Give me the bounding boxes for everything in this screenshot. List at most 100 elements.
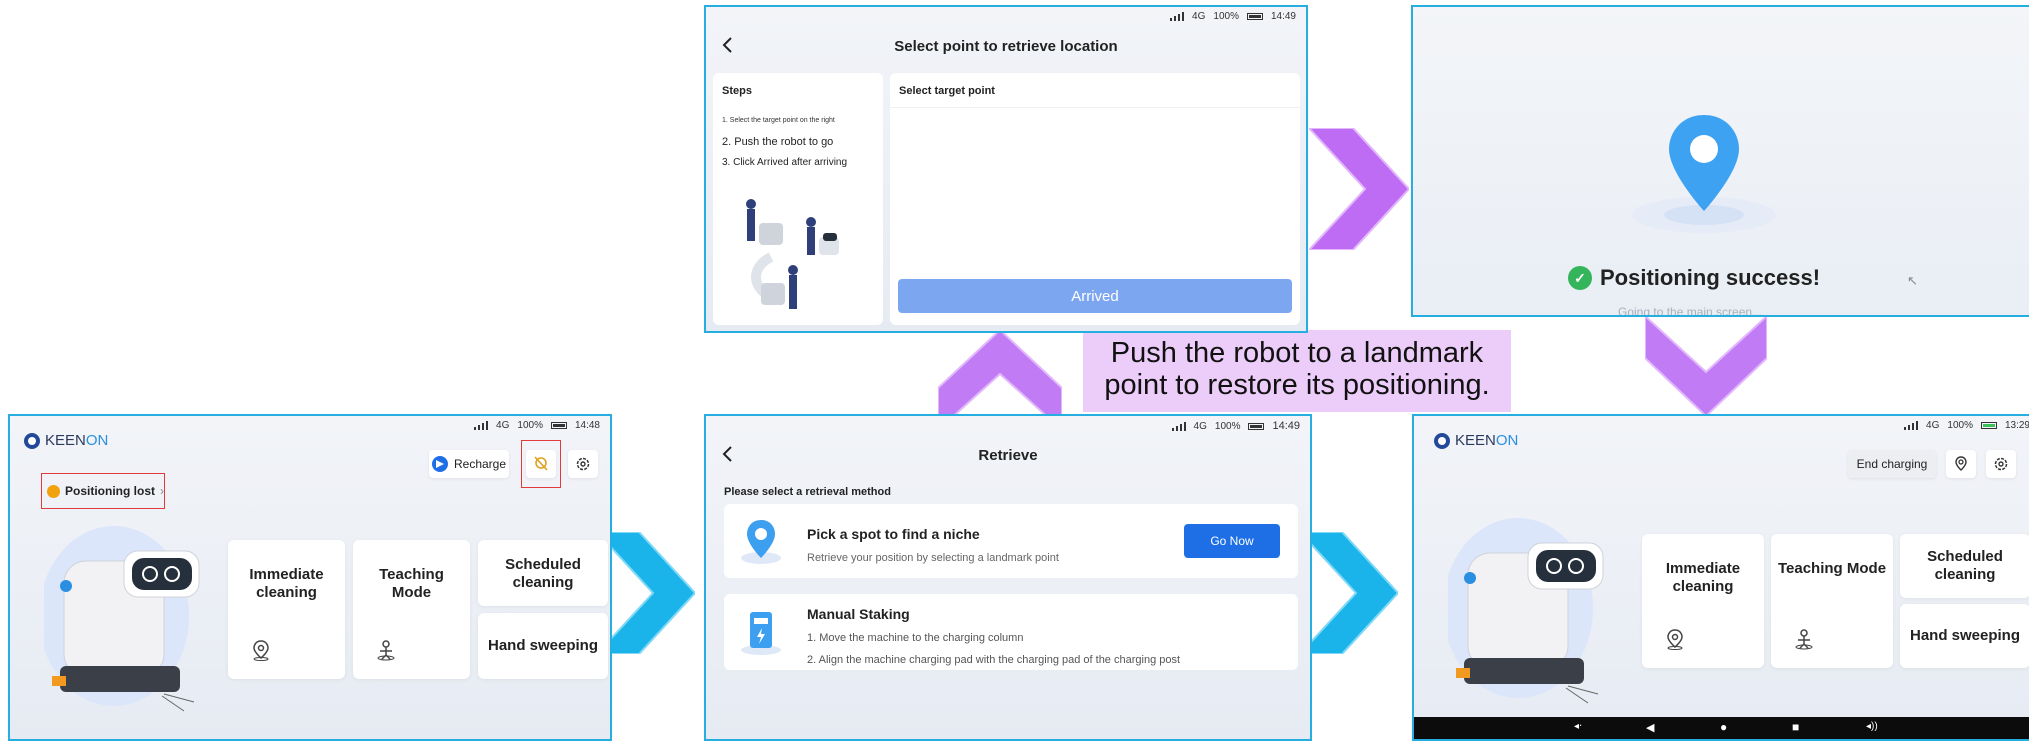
scheduled-cleaning-label: Scheduled cleaning (1927, 548, 2003, 583)
retrieve-screen: 4G 100% 14:49 Retrieve Please select a r… (704, 414, 1312, 741)
caption-line-1: Push the robot to a landmark (1110, 337, 1484, 369)
signal-icon (1170, 12, 1185, 21)
positioning-lost-label: Positioning lost (65, 484, 155, 498)
gear-icon (576, 457, 590, 471)
immediate-cleaning-label: Immediate cleaning (249, 566, 324, 601)
retrieval-prompt: Please select a retrieval method (724, 486, 891, 498)
teaching-mode-tile[interactable]: Teaching Mode (1771, 534, 1893, 668)
recharge-icon (431, 456, 448, 472)
hand-sweeping-label: Hand sweeping (487, 637, 599, 654)
teaching-icon (377, 640, 395, 661)
immediate-cleaning-label: Immediate cleaning (1665, 560, 1741, 595)
arrow-right-2 (1300, 532, 1398, 654)
end-charging-button[interactable]: End charging (1848, 450, 1936, 478)
home-nav-icon[interactable]: ● (1720, 720, 1727, 734)
battery-icon (550, 422, 567, 429)
location-pin-icon (253, 640, 269, 661)
teaching-icon (1795, 629, 1813, 650)
status-bar: 4G 100% 13:29 (1904, 420, 2029, 431)
positioning-lost-chip[interactable]: Positioning lost › (47, 480, 164, 502)
volume-down-icon[interactable]: ◂‧ (1574, 721, 1582, 732)
robot-image (44, 526, 200, 712)
recents-nav-icon[interactable]: ■ (1792, 720, 1799, 734)
positioning-success-screen: ✓ Positioning success! Going to the main… (1411, 5, 2029, 317)
option-landmark-card[interactable]: Pick a spot to find a niche Retrieve you… (724, 504, 1298, 578)
immediate-cleaning-tile[interactable]: Immediate cleaning (228, 540, 345, 679)
cursor-icon: ↖ (1907, 273, 1918, 288)
arrow-down (1645, 316, 1767, 416)
location-pin-icon (1667, 629, 1683, 650)
location-button[interactable] (1946, 450, 1976, 478)
hand-sweeping-tile[interactable]: Hand sweeping (478, 613, 608, 679)
back-nav-icon[interactable]: ◀ (1646, 721, 1654, 734)
battery-icon (1246, 13, 1263, 20)
warning-icon (47, 484, 60, 498)
redirect-note: Going to the main screen... (1618, 305, 1763, 317)
logo-mark-icon (24, 432, 40, 449)
option-manual-title: Manual Staking (807, 606, 910, 622)
scheduled-cleaning-tile[interactable]: Scheduled cleaning (478, 540, 608, 606)
charging-post-icon (741, 612, 781, 655)
arrow-right-purple (1309, 128, 1409, 250)
clock: 14:49 (1270, 11, 1296, 22)
signal-icon (1904, 421, 1919, 430)
signal-icon (1171, 421, 1186, 431)
arrived-button[interactable]: Arrived (898, 279, 1292, 313)
battery-icon (1248, 422, 1265, 430)
immediate-cleaning-tile[interactable]: Immediate cleaning (1642, 534, 1764, 668)
keenon-logo: KEENON (24, 432, 108, 449)
settings-button[interactable] (1986, 450, 2016, 478)
select-point-screen: 4G 100% 14:49 Select point to retrieve l… (704, 5, 1308, 333)
option-manual-card[interactable]: Manual Staking 1. Move the machine to th… (724, 594, 1298, 670)
page-title: Select point to retrieve location (894, 38, 1118, 55)
target-point-panel: Select target point Arrived (890, 73, 1300, 325)
recharge-button[interactable]: Recharge (429, 450, 509, 478)
check-circle-icon: ✓ (1568, 266, 1592, 290)
network-label: 4G (1193, 420, 1207, 432)
network-label: 4G (496, 420, 510, 431)
battery-percent: 100% (1213, 11, 1239, 22)
network-label: 4G (1926, 420, 1940, 431)
network-label: 4G (1192, 11, 1206, 22)
clock: 14:48 (574, 420, 600, 431)
chevron-right-icon: › (160, 484, 164, 498)
location-off-icon (534, 456, 548, 471)
robot-image (1448, 518, 1604, 704)
hand-sweeping-tile[interactable]: Hand sweeping (1900, 604, 2029, 668)
logo-mark-icon (1434, 432, 1450, 449)
end-charging-label: End charging (1856, 457, 1928, 471)
go-now-button[interactable]: Go Now (1184, 524, 1280, 558)
scheduled-cleaning-label: Scheduled cleaning (505, 556, 581, 591)
target-heading: Select target point (899, 85, 995, 97)
settings-button[interactable] (568, 450, 598, 478)
option-manual-step-1: 1. Move the machine to the charging colu… (807, 632, 1024, 644)
signal-icon (474, 421, 489, 430)
battery-percent: 100% (1214, 420, 1241, 432)
gear-icon (1994, 457, 2008, 471)
teaching-mode-label: Teaching Mode (379, 566, 444, 601)
recharge-label: Recharge (453, 457, 507, 471)
battery-percent: 100% (517, 420, 543, 431)
steps-panel: Steps 1. Select the target point on the … (713, 73, 883, 325)
keenon-logo: KEENON (1434, 432, 1518, 449)
clock: 13:29 (2004, 420, 2029, 431)
scheduled-cleaning-tile[interactable]: Scheduled cleaning (1900, 534, 2029, 598)
location-pin-icon (1955, 456, 1967, 471)
page-title: Retrieve (978, 447, 1038, 464)
status-bar: 4G 100% 14:49 (1171, 420, 1300, 432)
option-manual-step-2: 2. Align the machine charging pad with t… (807, 654, 1181, 666)
location-success-icon (1632, 115, 1776, 233)
map-pin-icon (741, 520, 781, 564)
teaching-mode-tile[interactable]: Teaching Mode (353, 540, 470, 679)
success-message: ✓ Positioning success! (1568, 265, 1820, 291)
volume-up-icon[interactable]: ◂)) (1866, 721, 1878, 732)
navigation-bar: ◂‧ ◀ ● ■ ◂)) (1414, 717, 2029, 739)
option-landmark-title: Pick a spot to find a niche (807, 526, 980, 542)
battery-percent: 100% (1947, 420, 1973, 431)
success-label: Positioning success! (1600, 265, 1821, 290)
step-1: 1. Select the target point on the right (722, 117, 835, 124)
caption-line-2: point to restore its positioning. (1104, 369, 1490, 401)
location-off-button[interactable] (526, 450, 556, 478)
hand-sweeping-label: Hand sweeping (1909, 627, 2021, 644)
battery-charging-icon (1980, 422, 1997, 429)
